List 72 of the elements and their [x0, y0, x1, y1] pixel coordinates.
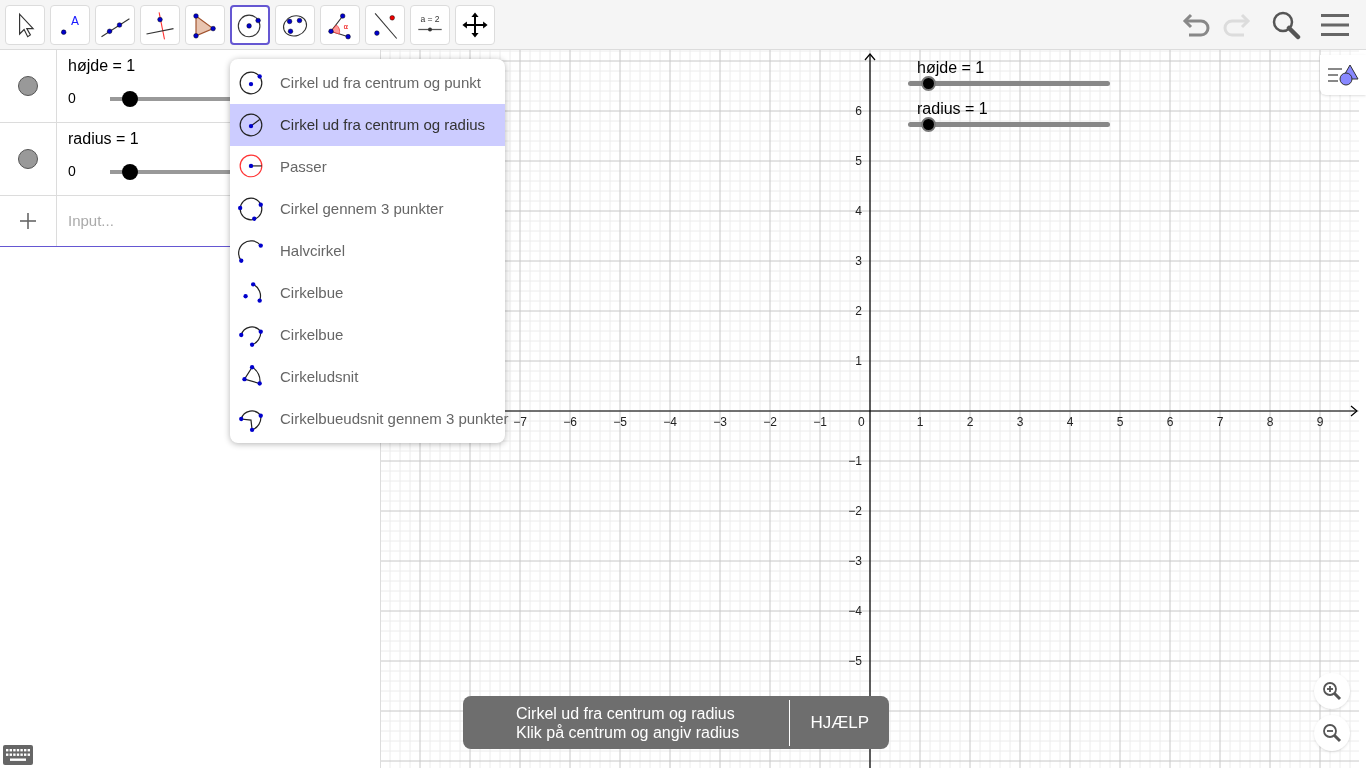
redo-icon — [1222, 12, 1252, 37]
x-tick-label: 9 — [1316, 415, 1324, 429]
plus-icon[interactable] — [20, 213, 36, 229]
menu-item[interactable]: Cirkeludsnit — [230, 356, 505, 398]
undo-icon — [1181, 12, 1211, 37]
three-points-icon — [238, 196, 264, 222]
y-tick-label: 3 — [855, 254, 862, 268]
slider-label: radius = 1 — [917, 100, 989, 118]
x-tick-label: −1 — [813, 415, 827, 429]
slider-label: højde = 1 — [917, 59, 986, 77]
tool-button[interactable]: A — [50, 4, 90, 45]
slider-thumb[interactable] — [921, 76, 937, 91]
y-tick-label: 2 — [855, 304, 862, 318]
y-tick-label: 4 — [855, 204, 862, 218]
style-bar-toggle[interactable] — [1320, 55, 1366, 95]
slider-definition: radius = 1 — [68, 129, 140, 149]
x-tick-label: 6 — [1166, 415, 1174, 429]
x-tick-label: −3 — [713, 415, 727, 429]
zoom-in-icon — [1322, 681, 1342, 701]
tool-button[interactable]: a = 2 — [410, 4, 450, 45]
slider-thumb[interactable] — [921, 117, 937, 132]
slider-min-label: 0 — [68, 162, 77, 181]
menu-item[interactable]: Cirkel ud fra centrum og punkt — [230, 62, 505, 104]
compass-icon — [238, 154, 264, 180]
center-radius-icon — [238, 112, 264, 138]
y-tick-label: 5 — [855, 154, 862, 168]
x-tick-label: 7 — [1216, 415, 1224, 429]
menu-item[interactable]: Cirkel gennem 3 punkter — [230, 188, 505, 230]
y-tick-label: −5 — [848, 654, 862, 668]
y-tick-label: 1 — [855, 354, 862, 368]
zoom-out-button[interactable] — [1314, 715, 1350, 751]
x-tick-label: −4 — [663, 415, 677, 429]
visibility-toggle[interactable] — [18, 149, 38, 169]
style-bar-icon — [1326, 63, 1360, 87]
x-tick-label: 5 — [1116, 415, 1124, 429]
menu-icon — [1321, 12, 1349, 37]
search-icon — [1271, 9, 1301, 40]
zoom-in-button[interactable] — [1314, 673, 1350, 709]
zoom-out-icon — [1322, 723, 1342, 743]
tool-button[interactable] — [230, 4, 270, 45]
semicircle-icon — [238, 238, 264, 264]
tool-button[interactable]: α — [320, 4, 360, 45]
y-tick-label: −4 — [848, 604, 862, 618]
slider-thumb[interactable] — [122, 163, 139, 180]
tooltip-title: Cirkel ud fra centrum og radius — [516, 703, 736, 723]
x-tick-label: −6 — [563, 415, 577, 429]
x-tick-label: −5 — [613, 415, 627, 429]
y-tick-label: −1 — [848, 454, 862, 468]
y-tick-label: −2 — [848, 504, 862, 518]
x-tick-label: 4 — [1066, 415, 1074, 429]
x-tick-label: −7 — [513, 415, 527, 429]
slider-thumb[interactable] — [122, 90, 139, 107]
x-tick-label: 8 — [1266, 415, 1274, 429]
slider-definition: højde = 1 — [68, 56, 137, 76]
tooltip-hint: Klik på centrum og angiv radius — [516, 722, 741, 742]
menu-item[interactable]: Cirkel ud fra centrum og radius — [230, 104, 505, 146]
menu-item[interactable]: Passer — [230, 146, 505, 188]
menu-item[interactable]: Cirkelbue — [230, 272, 505, 314]
center-point-icon — [238, 70, 264, 96]
origin-label: 0 — [858, 415, 865, 429]
keyboard-icon[interactable] — [3, 745, 33, 765]
visibility-toggle[interactable] — [18, 76, 38, 96]
y-tick-label: −3 — [848, 554, 862, 568]
menu-item[interactable]: Halvcirkel — [230, 230, 505, 272]
help-button[interactable]: HJÆLP — [790, 709, 889, 736]
x-tick-label: 2 — [966, 415, 974, 429]
slider-min-label: 0 — [68, 89, 77, 108]
y-tick-label: 6 — [855, 104, 862, 118]
x-tick-label: 1 — [916, 415, 924, 429]
x-tick-label: 3 — [1016, 415, 1024, 429]
x-tick-label: −2 — [763, 415, 777, 429]
menu-item[interactable]: Cirkelbue — [230, 314, 505, 356]
